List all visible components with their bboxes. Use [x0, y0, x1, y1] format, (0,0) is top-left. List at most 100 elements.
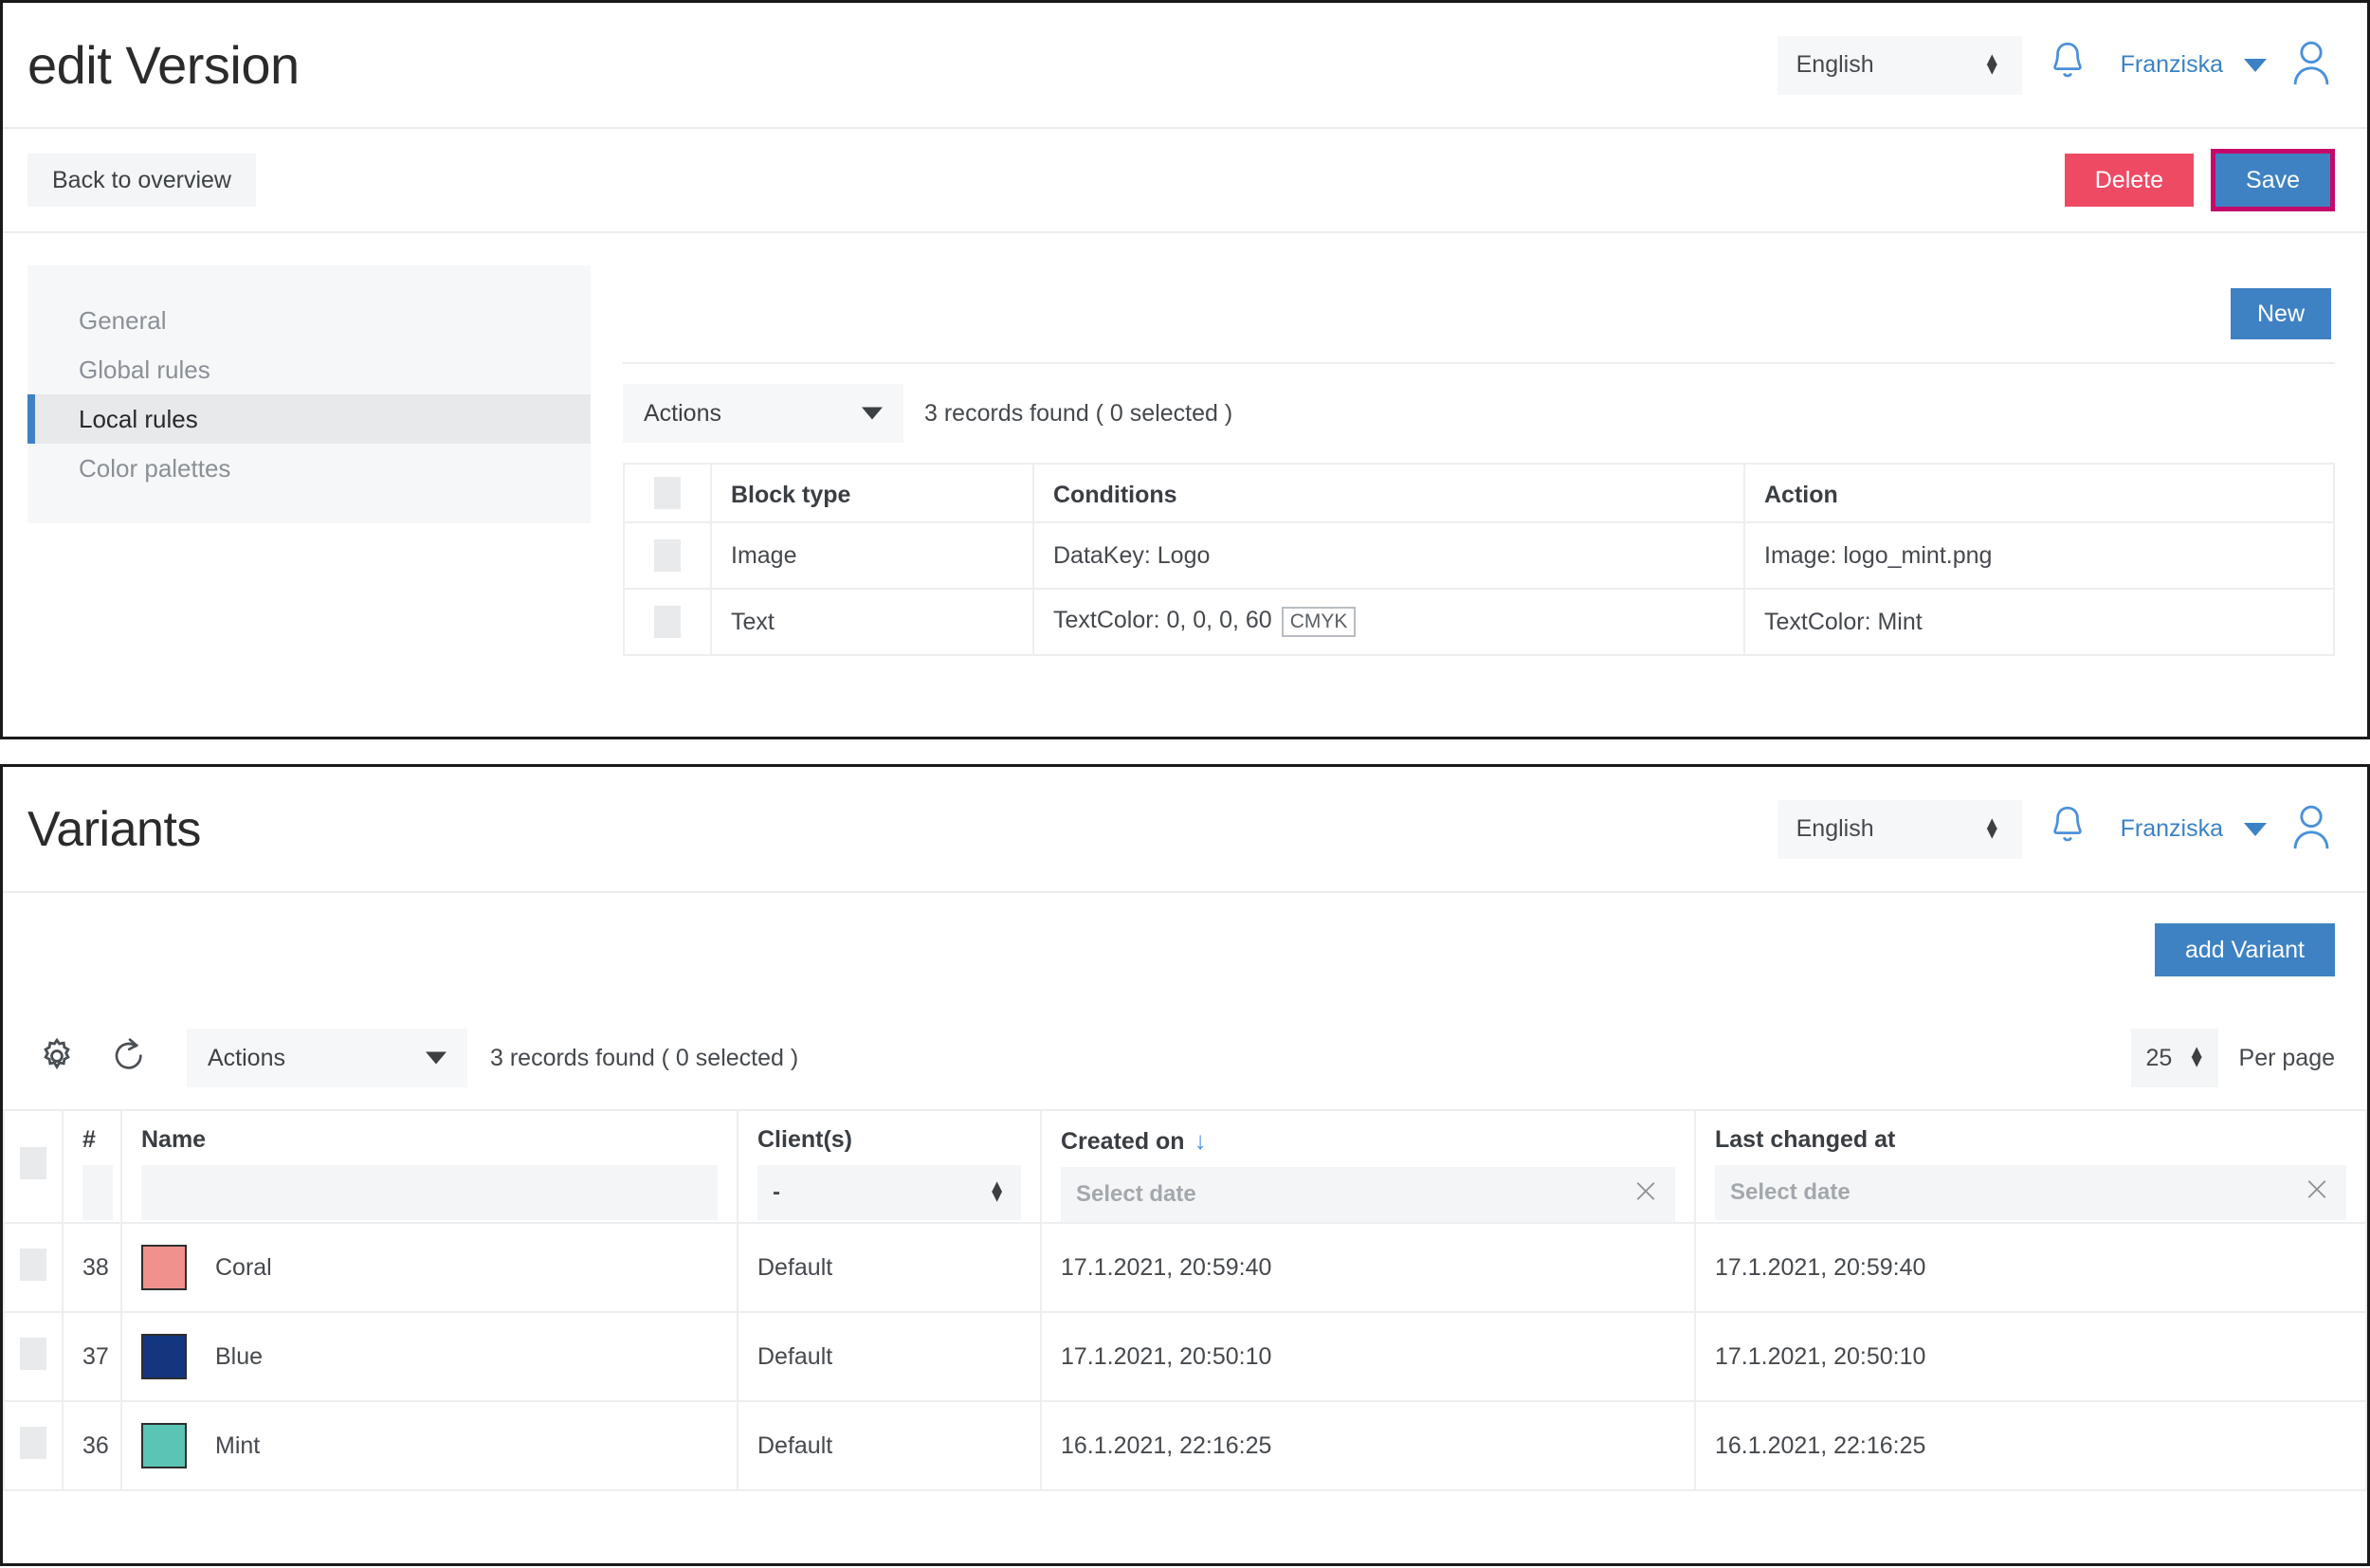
stepper-arrows-icon: ▲▼ [2188, 1048, 2206, 1068]
row-checkbox[interactable] [654, 539, 681, 572]
cell-clients: Default [738, 1312, 1041, 1401]
cell-clients: Default [738, 1401, 1041, 1490]
cmyk-badge: CMYK [1282, 607, 1357, 637]
row-checkbox[interactable] [20, 1249, 46, 1281]
back-to-overview-button[interactable]: Back to overview [27, 154, 256, 207]
last-changed-filter-date[interactable]: Select date [1715, 1165, 2346, 1220]
cell-name: Blue [121, 1312, 738, 1401]
table-row[interactable]: Text TextColor: 0, 0, 0, 60CMYK TextColo… [624, 589, 2334, 655]
row-checkbox[interactable] [20, 1338, 46, 1370]
variants-app-header: Variants English ▲▼ Franziska [3, 767, 2367, 893]
sidebar-item-color-palettes[interactable]: Color palettes [27, 444, 591, 493]
per-page-label: Per page [2239, 1045, 2335, 1072]
language-select-value: English [1796, 51, 1874, 79]
cell-number: 36 [63, 1401, 121, 1490]
conditions-text: TextColor: 0, 0, 0, 60 [1053, 607, 1272, 633]
row-checkbox-cell[interactable] [624, 522, 711, 589]
variants-table-body: 38 Coral Default 17.1.2021, 20:59:40 17.… [4, 1223, 2366, 1490]
chevron-down-icon [862, 408, 883, 420]
created-on-filter-date[interactable]: Select date [1061, 1167, 1675, 1222]
language-select[interactable]: English ▲▼ [1778, 36, 2022, 95]
column-header-block-type[interactable]: Block type [711, 464, 1033, 522]
user-name-label[interactable]: Franziska [2121, 815, 2223, 843]
variants-toolbar: Actions 3 records found ( 0 selected ) 2… [3, 1007, 2367, 1109]
cell-action: TextColor: Mint [1744, 589, 2334, 655]
refresh-button[interactable] [100, 1029, 158, 1087]
column-header-number[interactable]: # [63, 1110, 121, 1223]
chevron-down-icon[interactable] [2244, 59, 2267, 72]
chevron-down-icon[interactable] [2244, 823, 2267, 836]
column-header-number-label: # [82, 1126, 101, 1154]
avatar[interactable] [2288, 38, 2335, 92]
table-row[interactable]: Image DataKey: Logo Image: logo_mint.png [624, 522, 2334, 589]
save-button[interactable]: Save [2215, 154, 2330, 207]
notifications-button[interactable] [2022, 40, 2113, 90]
variants-actions-dropdown[interactable]: Actions [187, 1029, 467, 1087]
row-checkbox[interactable] [20, 1427, 46, 1459]
actions-dropdown[interactable]: Actions [623, 384, 903, 443]
variants-select-all-cell[interactable] [4, 1110, 63, 1223]
conditions-text: DataKey: Logo [1053, 542, 1210, 569]
variants-table-wrap: # Name Client(s) - ▲▼ [3, 1109, 2367, 1491]
new-rule-button[interactable]: New [2231, 288, 2331, 339]
created-on-filter-placeholder: Select date [1076, 1181, 1196, 1208]
cell-name: Mint [121, 1401, 738, 1490]
language-select[interactable]: English ▲▼ [1778, 800, 2022, 859]
cell-conditions: DataKey: Logo [1033, 522, 1744, 589]
row-checkbox-cell[interactable] [4, 1223, 63, 1312]
clear-icon[interactable] [1632, 1177, 1660, 1212]
clear-icon[interactable] [2303, 1176, 2331, 1211]
local-rules-content: New Actions 3 records found ( 0 selected… [591, 265, 2335, 656]
chevron-down-icon [426, 1052, 447, 1065]
variants-header-controls: English ▲▼ Franziska [1778, 800, 2335, 859]
cell-created-on: 17.1.2021, 20:59:40 [1041, 1223, 1695, 1312]
variants-action-bar: add Variant [3, 893, 2367, 1007]
row-checkbox-cell[interactable] [4, 1312, 63, 1401]
language-select-value: English [1796, 815, 1874, 843]
name-filter-input[interactable] [141, 1165, 718, 1220]
sidebar-item-global-rules[interactable]: Global rules [27, 345, 591, 394]
edit-version-panel: edit Version English ▲▼ Franziska [0, 0, 2370, 739]
add-variant-button[interactable]: add Variant [2155, 923, 2335, 976]
version-action-bar: Back to overview Delete Save [3, 129, 2367, 233]
notifications-button[interactable] [2022, 804, 2113, 854]
cell-last-changed-at: 16.1.2021, 22:16:25 [1695, 1401, 2366, 1490]
variant-name: Coral [215, 1254, 272, 1282]
user-avatar-icon [2288, 802, 2335, 856]
select-all-checkbox[interactable] [20, 1147, 46, 1179]
column-header-created-on[interactable]: Created on↓ Select date [1041, 1110, 1695, 1223]
variants-panel: Variants English ▲▼ Franziska [0, 764, 2370, 1566]
local-rules-topbar: New [623, 265, 2335, 364]
settings-button[interactable] [27, 1029, 86, 1087]
sidebar-item-general[interactable]: General [27, 296, 591, 345]
per-page-select[interactable]: 25 ▲▼ [2131, 1029, 2218, 1087]
variant-name: Mint [215, 1432, 260, 1460]
delete-button[interactable]: Delete [2065, 154, 2194, 207]
table-row[interactable]: 38 Coral Default 17.1.2021, 20:59:40 17.… [4, 1223, 2366, 1312]
variant-name: Blue [215, 1343, 263, 1371]
avatar[interactable] [2288, 802, 2335, 856]
column-header-name[interactable]: Name [121, 1110, 738, 1223]
column-header-action[interactable]: Action [1744, 464, 2334, 522]
column-header-conditions[interactable]: Conditions [1033, 464, 1744, 522]
table-row[interactable]: 37 Blue Default 17.1.2021, 20:50:10 17.1… [4, 1312, 2366, 1401]
row-checkbox-cell[interactable] [624, 589, 711, 655]
select-all-checkbox[interactable] [654, 477, 681, 509]
clients-filter-select[interactable]: - ▲▼ [757, 1165, 1021, 1220]
row-checkbox[interactable] [654, 606, 681, 638]
last-changed-filter-placeholder: Select date [1730, 1179, 1850, 1206]
sidebar-item-local-rules[interactable]: Local rules [27, 394, 591, 444]
records-found-label: 3 records found ( 0 selected ) [924, 400, 1232, 428]
cell-action: Image: logo_mint.png [1744, 522, 2334, 589]
column-header-last-changed-at[interactable]: Last changed at Select date [1695, 1110, 2366, 1223]
user-name-label[interactable]: Franziska [2121, 51, 2223, 79]
gear-icon [37, 1036, 77, 1081]
select-all-checkbox-cell[interactable] [624, 464, 711, 522]
actions-dropdown-value: Actions [644, 400, 721, 428]
page-title: edit Version [27, 39, 1778, 92]
color-swatch [141, 1423, 187, 1468]
row-checkbox-cell[interactable] [4, 1401, 63, 1490]
table-row[interactable]: 36 Mint Default 16.1.2021, 22:16:25 16.1… [4, 1401, 2366, 1490]
column-header-clients[interactable]: Client(s) - ▲▼ [738, 1110, 1041, 1223]
user-avatar-icon [2288, 38, 2335, 92]
